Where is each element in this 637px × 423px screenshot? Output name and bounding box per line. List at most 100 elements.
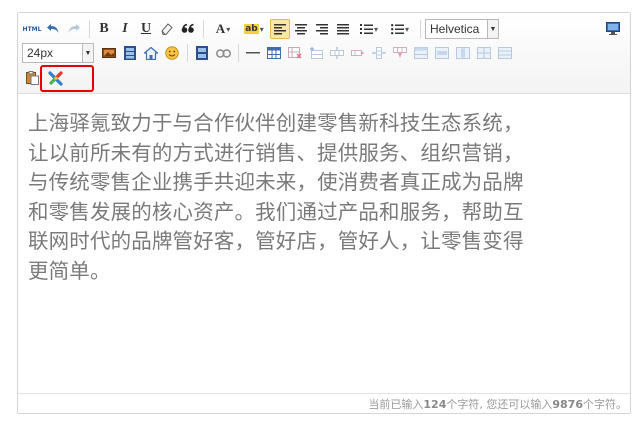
word-count: 当前已输入124个字符, 您还可以输入9876个字符。: [368, 396, 627, 412]
delete-col-button[interactable]: [390, 43, 410, 63]
html-source-button[interactable]: HTML: [22, 19, 42, 39]
blockquote-icon: [181, 23, 194, 33]
underline-button[interactable]: U: [136, 19, 156, 39]
typed-count: 124: [423, 398, 447, 411]
chevron-down-icon: ▾: [404, 24, 409, 34]
editor-statusbar: 当前已输入124个字符, 您还可以输入9876个字符。: [18, 393, 630, 413]
merge-right-button[interactable]: [432, 43, 452, 63]
pagebreak-icon: [196, 46, 208, 60]
ordered-list-icon: [359, 24, 373, 34]
font-color-icon: A: [215, 21, 226, 36]
eraser-icon: [161, 23, 173, 35]
highlight-icon: ab: [244, 24, 259, 34]
toolbar-separator: [89, 20, 90, 38]
content-line: 联网时代的品牌管好客，管好店，管好人，让零售变得: [28, 229, 524, 253]
chevron-down-icon: ▾: [226, 24, 231, 34]
unordered-list-button[interactable]: ▾: [385, 19, 415, 39]
fullscreen-icon: [606, 21, 620, 35]
undo-button[interactable]: [43, 19, 63, 39]
content-line: 与传统零售企业携手共迎未来，使消费者真正成为品牌: [28, 170, 524, 194]
insert-caption-icon: [310, 47, 323, 59]
insert-row-icon: [330, 47, 344, 59]
merge-cells-button[interactable]: [411, 43, 431, 63]
editor-toolbar: HTML B I U A ▾ ab ▾ ▾ ▾ Helvetica ▼ 24px…: [18, 13, 630, 94]
content-line: 让以前所未有的方式进行销售、提供服务、组织营销，: [28, 140, 524, 165]
image-icon: [102, 48, 116, 58]
align-center-icon: [294, 24, 307, 35]
font-color-button[interactable]: A ▾: [208, 19, 238, 39]
toolbar-separator: [203, 20, 204, 38]
video-button[interactable]: [120, 43, 140, 63]
italic-icon: I: [122, 21, 128, 36]
font-size-value: 24px: [27, 46, 54, 60]
align-center-button[interactable]: [291, 19, 311, 39]
font-size-select[interactable]: 24px ▼: [22, 43, 94, 63]
video-icon: [124, 46, 136, 60]
align-right-icon: [315, 24, 328, 35]
map-button[interactable]: [141, 43, 161, 63]
redo-button[interactable]: [64, 19, 84, 39]
align-left-button[interactable]: [270, 19, 290, 39]
merge-down-button[interactable]: [453, 43, 473, 63]
horizontal-rule-button[interactable]: [243, 43, 263, 63]
align-justify-button[interactable]: [333, 19, 353, 39]
toolbar-row-1: HTML B I U A ▾ ab ▾ ▾ ▾ Helvetica ▼: [22, 18, 499, 40]
paste-plain-icon: [25, 71, 39, 85]
italic-button[interactable]: I: [115, 19, 135, 39]
rich-text-editor: HTML B I U A ▾ ab ▾ ▾ ▾ Helvetica ▼ 24px…: [17, 12, 631, 414]
image-button[interactable]: [99, 43, 119, 63]
remaining-count: 9876: [552, 398, 583, 411]
content-line: 更简单。: [28, 258, 111, 283]
bold-button[interactable]: B: [94, 19, 114, 39]
pagebreak-button[interactable]: [192, 43, 212, 63]
chevron-down-icon: ▼: [487, 20, 498, 38]
map-icon: [144, 46, 158, 60]
word-count-suffix: 个字符。: [583, 398, 627, 411]
align-right-button[interactable]: [312, 19, 332, 39]
insert-table-icon: [267, 47, 281, 59]
word-count-prefix: 当前已输入: [368, 398, 424, 411]
delete-col-icon: [393, 47, 407, 58]
highlight-button[interactable]: ab ▾: [239, 19, 269, 39]
align-justify-icon: [336, 24, 349, 35]
editor-content-area[interactable]: 上海驿氪致力于与合作伙伴创建零售新科技生态系统， 让以前所未有的方式进行销售、提…: [28, 109, 628, 286]
toolbar-separator: [420, 20, 421, 38]
toolbar-row-2: 24px ▼: [22, 42, 516, 64]
undo-icon: [47, 24, 59, 33]
fullscreen-button[interactable]: [603, 18, 623, 38]
redo-icon: [68, 24, 80, 33]
insert-caption-button[interactable]: [306, 43, 326, 63]
underline-icon: U: [140, 21, 152, 36]
split-cells-button[interactable]: [474, 43, 494, 63]
insert-table-button[interactable]: [264, 43, 284, 63]
eraser-button[interactable]: [157, 19, 177, 39]
split-cells-icon: [477, 47, 491, 59]
content-line: 上海驿氪致力于与合作伙伴创建零售新科技生态系统，: [28, 111, 524, 135]
emotion-icon: [165, 46, 179, 60]
insert-row-button[interactable]: [327, 43, 347, 63]
split-rows-button[interactable]: [495, 43, 515, 63]
ordered-list-button[interactable]: ▾: [354, 19, 384, 39]
font-family-value: Helvetica: [430, 22, 480, 36]
highlight-annotation-box: [40, 65, 94, 92]
align-left-icon: [273, 24, 286, 35]
font-family-select[interactable]: Helvetica ▼: [425, 19, 499, 39]
word-count-middle: 个字符, 您还可以输入: [446, 398, 553, 411]
merge-cells-icon: [414, 47, 428, 59]
link-icon: [215, 48, 231, 58]
insert-col-icon: [372, 47, 386, 59]
content-line: 和零售发展的核心资产。我们通过产品和服务，帮助互: [28, 199, 524, 224]
insert-col-button[interactable]: [369, 43, 389, 63]
paste-plain-button[interactable]: [22, 68, 42, 88]
emotion-button[interactable]: [162, 43, 182, 63]
toolbar-separator: [238, 44, 239, 62]
link-button[interactable]: [213, 43, 233, 63]
chevron-down-icon: ▼: [82, 44, 93, 62]
bold-icon: B: [99, 21, 109, 36]
toolbar-separator: [187, 44, 188, 62]
delete-row-button[interactable]: [348, 43, 368, 63]
delete-table-button[interactable]: [285, 43, 305, 63]
chevron-down-icon: ▾: [373, 24, 378, 34]
blockquote-button[interactable]: [178, 19, 198, 39]
split-rows-icon: [498, 47, 512, 59]
